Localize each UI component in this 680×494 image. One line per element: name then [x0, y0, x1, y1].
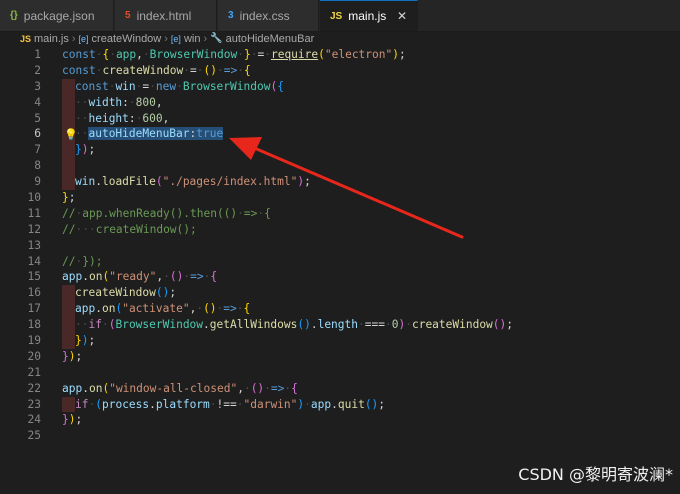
watermark: CSDN @黎明寄波澜*: [518, 465, 673, 484]
arrow-shaft: [250, 145, 464, 239]
red-arrow-annotation: [229, 137, 464, 239]
